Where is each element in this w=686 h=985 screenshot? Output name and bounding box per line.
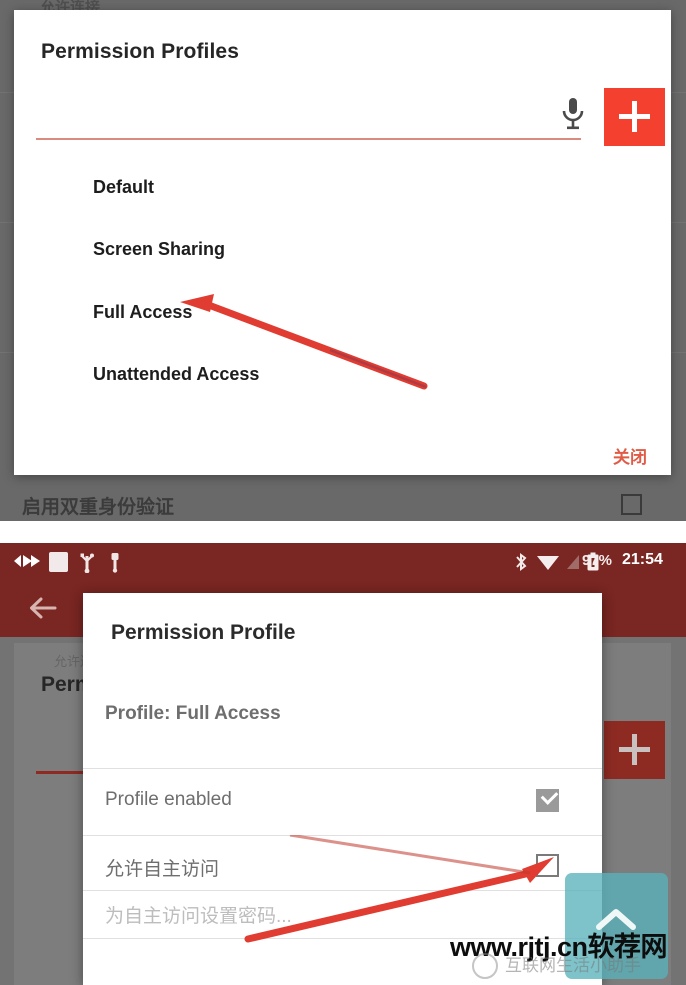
password-field-placeholder[interactable]: 为自主访问设置密码... xyxy=(105,901,292,928)
permission-profile-dialog: Permission Profile Profile: Full Access … xyxy=(83,593,602,985)
row-divider xyxy=(83,835,602,836)
back-arrow-icon[interactable] xyxy=(27,593,59,623)
dialog-title: Permission Profile xyxy=(111,621,296,644)
row-label-profile-enabled: Profile enabled xyxy=(105,789,232,810)
chevron-up-icon xyxy=(595,905,637,935)
profile-list-item-screen-sharing[interactable]: Screen Sharing xyxy=(93,239,225,260)
profile-name-input-wrapper xyxy=(36,86,581,140)
row-divider xyxy=(83,938,602,939)
input-underline xyxy=(36,138,581,140)
status-bar: 97% 21:54 xyxy=(0,543,686,579)
checkbox-allow-autonomous-access[interactable] xyxy=(536,854,559,877)
microphone-icon[interactable] xyxy=(560,96,586,130)
dialog-title: Permission Profiles xyxy=(41,40,239,63)
battery-percent-label: 97% xyxy=(582,552,613,569)
profile-list-item-unattended-access[interactable]: Unattended Access xyxy=(93,364,259,385)
profile-name-input[interactable] xyxy=(36,86,581,140)
profile-list-item-default[interactable]: Default xyxy=(93,177,154,198)
add-profile-button[interactable] xyxy=(604,88,665,146)
screenshot-separator xyxy=(0,521,686,543)
profile-list-item-full-access[interactable]: Full Access xyxy=(93,302,192,323)
status-clock: 21:54 xyxy=(622,551,663,568)
plus-icon-vertical xyxy=(632,101,637,132)
scroll-to-top-button[interactable] xyxy=(565,873,668,979)
plus-icon-vertical xyxy=(632,734,637,765)
close-button[interactable]: 关闭 xyxy=(613,443,647,468)
profile-subtitle: Profile: Full Access xyxy=(105,703,281,724)
row-divider xyxy=(83,768,602,769)
bluetooth-icon xyxy=(512,552,530,577)
wifi-icon xyxy=(536,552,560,577)
background-label-two-factor: 启用双重身份验证 xyxy=(22,497,175,518)
dimmed-add-profile-button xyxy=(604,721,665,779)
data-transfer-icon xyxy=(12,551,42,576)
white-square-icon xyxy=(48,551,70,578)
checkbox-profile-enabled[interactable] xyxy=(536,787,559,812)
signal-icon xyxy=(564,552,582,577)
usb-icon xyxy=(78,551,96,578)
permission-profiles-dialog: Permission Profiles Default Screen Shari… xyxy=(14,10,671,475)
usb-plug-icon xyxy=(106,551,124,578)
row-label-allow-autonomous-access: 允许自主访问 xyxy=(105,859,220,880)
check-icon xyxy=(540,787,559,805)
row-divider xyxy=(83,890,602,891)
background-two-factor-checkbox[interactable] xyxy=(621,494,642,515)
top-screenshot-panel: 允许连接 启用双重身份验证 Permission Profiles Defaul… xyxy=(0,0,686,535)
